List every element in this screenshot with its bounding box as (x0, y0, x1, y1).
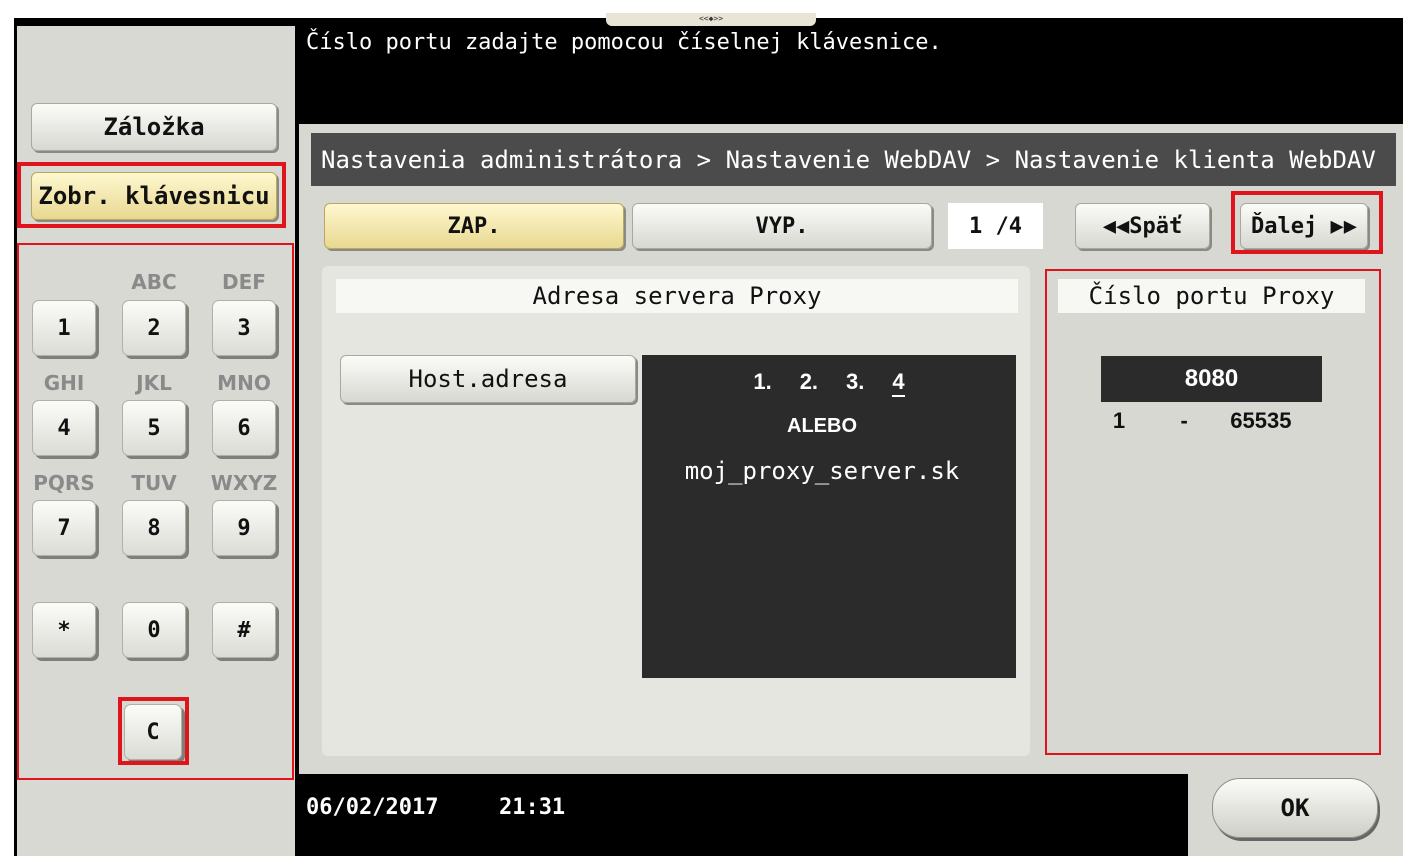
ip-octet-4: 4 (892, 369, 905, 397)
panel-handle[interactable]: <<◆>> (606, 13, 816, 26)
keypad-letters-jkl: JKL (136, 371, 172, 395)
back-label: ◀◀Späť (1102, 213, 1183, 239)
ip-octet-1: 1. (753, 369, 772, 394)
bookmark-label: Záložka (103, 113, 205, 141)
key-hash[interactable]: # (212, 602, 276, 658)
on-button[interactable]: ZAP. (324, 203, 624, 249)
footer-date: 06/02/2017 (306, 795, 439, 820)
keypad-letters-tuv: TUV (131, 471, 177, 495)
page-indicator: 1 /4 (948, 203, 1043, 249)
proxy-port-heading: Číslo portu Proxy (1058, 279, 1365, 313)
proxy-port-field[interactable]: 8080 (1101, 356, 1322, 402)
port-range-max: 65535 (1230, 408, 1292, 433)
key-0[interactable]: 0 (122, 602, 186, 658)
highlight-next-button (1231, 191, 1383, 254)
proxy-hostname: moj_proxy_server.sk (684, 457, 960, 485)
back-button[interactable]: ◀◀Späť (1075, 203, 1210, 249)
ip-octets: 1. 2. 3. 4 (642, 369, 1016, 397)
on-label: ZAP. (447, 213, 501, 239)
port-range: 1 - 65535 (1100, 408, 1340, 434)
keypad-letters-abc: ABC (131, 270, 177, 294)
date-time: 06/02/2017 21:31 (306, 795, 565, 820)
footer-time: 21:31 (498, 795, 566, 820)
ok-label: OK (1280, 794, 1310, 822)
proxy-port-value: 8080 (1184, 365, 1239, 392)
highlight-clear-button (118, 697, 189, 765)
key-2[interactable]: 2 (122, 300, 186, 356)
instruction-message: Číslo portu zadajte pomocou číselnej klá… (306, 30, 942, 55)
ok-button[interactable]: OK (1212, 778, 1378, 838)
key-8[interactable]: 8 (122, 500, 186, 556)
key-6[interactable]: 6 (212, 400, 276, 456)
breadcrumb: Nastavenia administrátora > Nastavenie W… (311, 133, 1396, 186)
keypad-letters-pqrs: PQRS (33, 471, 95, 495)
ip-octet-2: 2. (799, 369, 819, 394)
port-range-sep: - (1180, 408, 1188, 433)
bookmark-button[interactable]: Záložka (31, 103, 277, 151)
off-label: VYP. (755, 213, 809, 239)
host-address-button[interactable]: Host.adresa (340, 355, 636, 403)
proxy-address-heading-text: Adresa servera Proxy (532, 282, 822, 310)
proxy-address-field[interactable]: 1. 2. 3. 4 ALEBO moj_proxy_server.sk (642, 355, 1016, 678)
keypad-letters-def: DEF (222, 270, 266, 294)
keypad-letters-mno: MNO (217, 371, 271, 395)
highlight-show-keypad (17, 162, 286, 228)
key-3[interactable]: 3 (212, 300, 276, 356)
ip-octet-3: 3. (846, 369, 865, 394)
keypad-letters-ghi: GHI (43, 371, 85, 395)
key-9[interactable]: 9 (212, 500, 276, 556)
page-indicator-text: 1 /4 (969, 213, 1022, 239)
key-star[interactable]: * (32, 602, 96, 658)
host-address-label: Host.adresa (408, 365, 568, 393)
key-4[interactable]: 4 (32, 400, 96, 456)
key-1[interactable]: 1 (32, 300, 96, 356)
breadcrumb-text: Nastavenia administrátora > Nastavenie W… (321, 145, 1376, 174)
highlight-proxy-port (1045, 269, 1381, 755)
port-range-min: 1 (1112, 408, 1126, 433)
or-label: ALEBO (787, 415, 857, 437)
key-7[interactable]: 7 (32, 500, 96, 556)
proxy-address-heading: Adresa servera Proxy (336, 279, 1018, 313)
keypad-letters-wxyz: WXYZ (210, 471, 278, 495)
off-button[interactable]: VYP. (632, 203, 932, 249)
proxy-port-heading-text: Číslo portu Proxy (1088, 282, 1335, 310)
key-5[interactable]: 5 (122, 400, 186, 456)
